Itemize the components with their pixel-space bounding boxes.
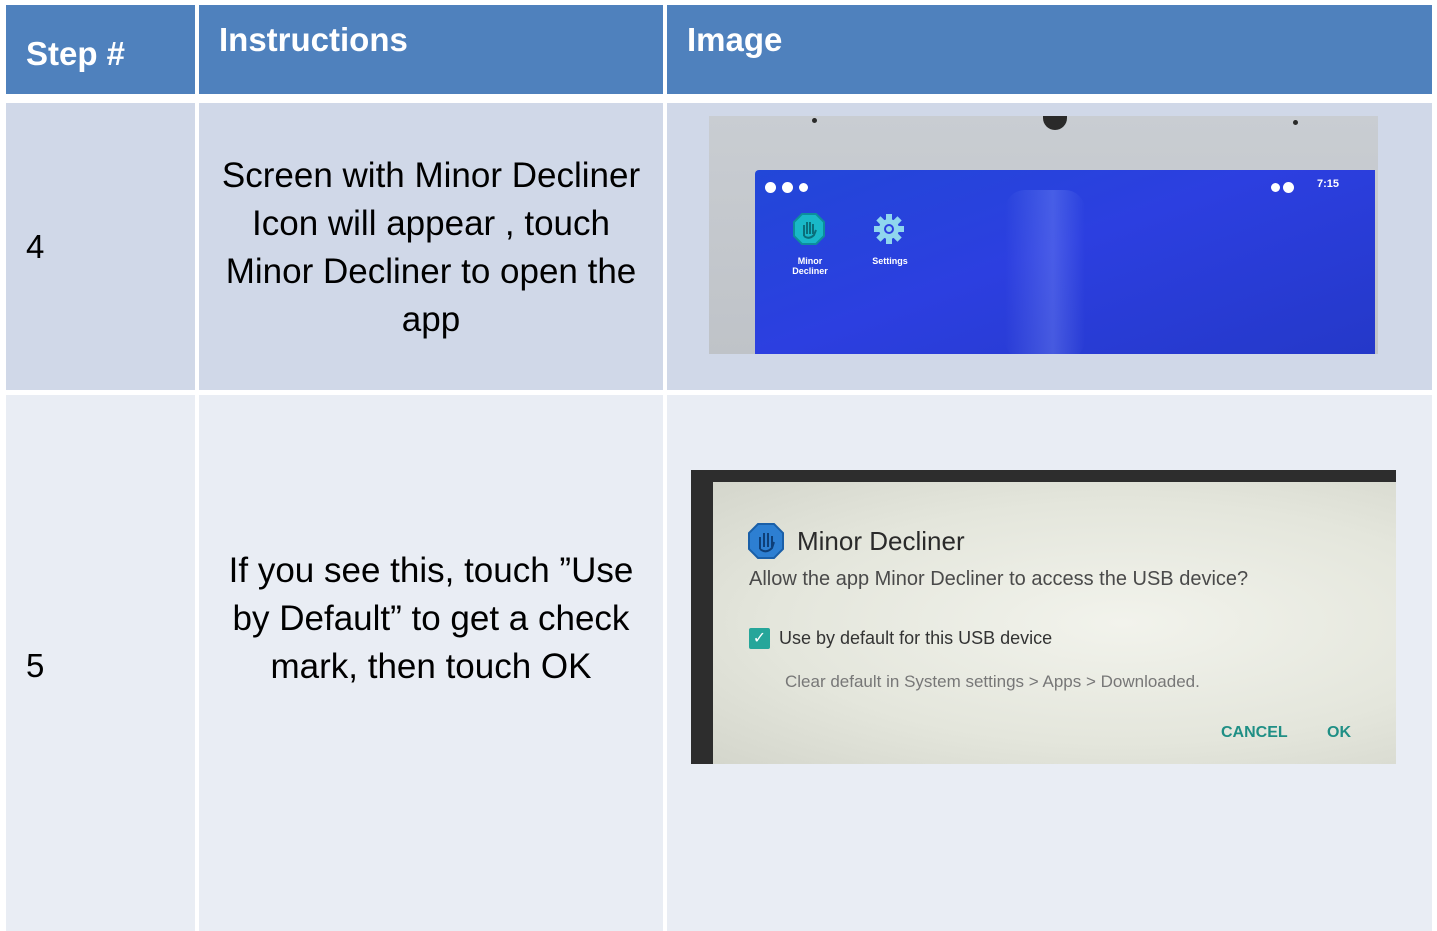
- screen-glare: [1005, 190, 1085, 354]
- status-icon: [782, 182, 793, 193]
- row-4-step-cell: 4: [6, 103, 195, 390]
- step-number: 5: [26, 647, 45, 684]
- tablet-screen: 7:15 Minor Decliner Settings: [755, 170, 1375, 354]
- status-clock: 7:15: [1316, 178, 1339, 190]
- use-by-default-checkbox[interactable]: ✓: [749, 628, 770, 649]
- home-screen-photo: 7:15 Minor Decliner Settings: [709, 116, 1378, 354]
- header-image: Image: [667, 5, 1432, 94]
- instruction-text: If you see this, touch ”Use by Default” …: [228, 551, 634, 686]
- bezel-sensor: [812, 118, 817, 123]
- row-4-instruction-cell: Screen with Minor Decliner Icon will app…: [199, 103, 663, 390]
- status-icon: [799, 183, 808, 192]
- header-image-label: Image: [687, 21, 783, 58]
- app-label-settings[interactable]: Settings: [865, 256, 915, 266]
- battery-icon: [1283, 182, 1294, 193]
- camera-lens: [1043, 116, 1067, 130]
- header-step-label: Step #: [26, 35, 126, 72]
- header-step: Step #: [6, 5, 195, 94]
- bezel-sensor: [1293, 120, 1298, 125]
- app-label-minor-decliner[interactable]: Minor Decliner: [785, 256, 835, 276]
- dialog-message: Allow the app Minor Decliner to access t…: [749, 568, 1249, 590]
- instruction-text: Screen with Minor Decliner Icon will app…: [221, 156, 641, 339]
- hand-stop-icon: [748, 523, 784, 559]
- usb-permission-dialog-photo: Minor Decliner Allow the app Minor Decli…: [691, 470, 1396, 764]
- row-5-step-cell: 5: [6, 395, 195, 931]
- usb-permission-dialog: Minor Decliner Allow the app Minor Decli…: [713, 482, 1396, 764]
- header-instructions: Instructions: [199, 5, 663, 94]
- dialog-title: Minor Decliner: [797, 526, 965, 556]
- checkbox-label[interactable]: Use by default for this USB device: [779, 628, 1052, 649]
- status-icon: [765, 182, 776, 193]
- hand-stop-icon[interactable]: [792, 212, 826, 246]
- ok-button[interactable]: OK: [1327, 724, 1351, 742]
- wifi-icon: [1271, 183, 1280, 192]
- header-instructions-label: Instructions: [219, 21, 408, 58]
- gear-icon[interactable]: [872, 212, 906, 246]
- cancel-button[interactable]: CANCEL: [1221, 724, 1288, 742]
- row-5-instruction-cell: If you see this, touch ”Use by Default” …: [199, 395, 663, 931]
- step-number: 4: [26, 228, 45, 265]
- dialog-hint: Clear default in System settings > Apps …: [785, 672, 1200, 691]
